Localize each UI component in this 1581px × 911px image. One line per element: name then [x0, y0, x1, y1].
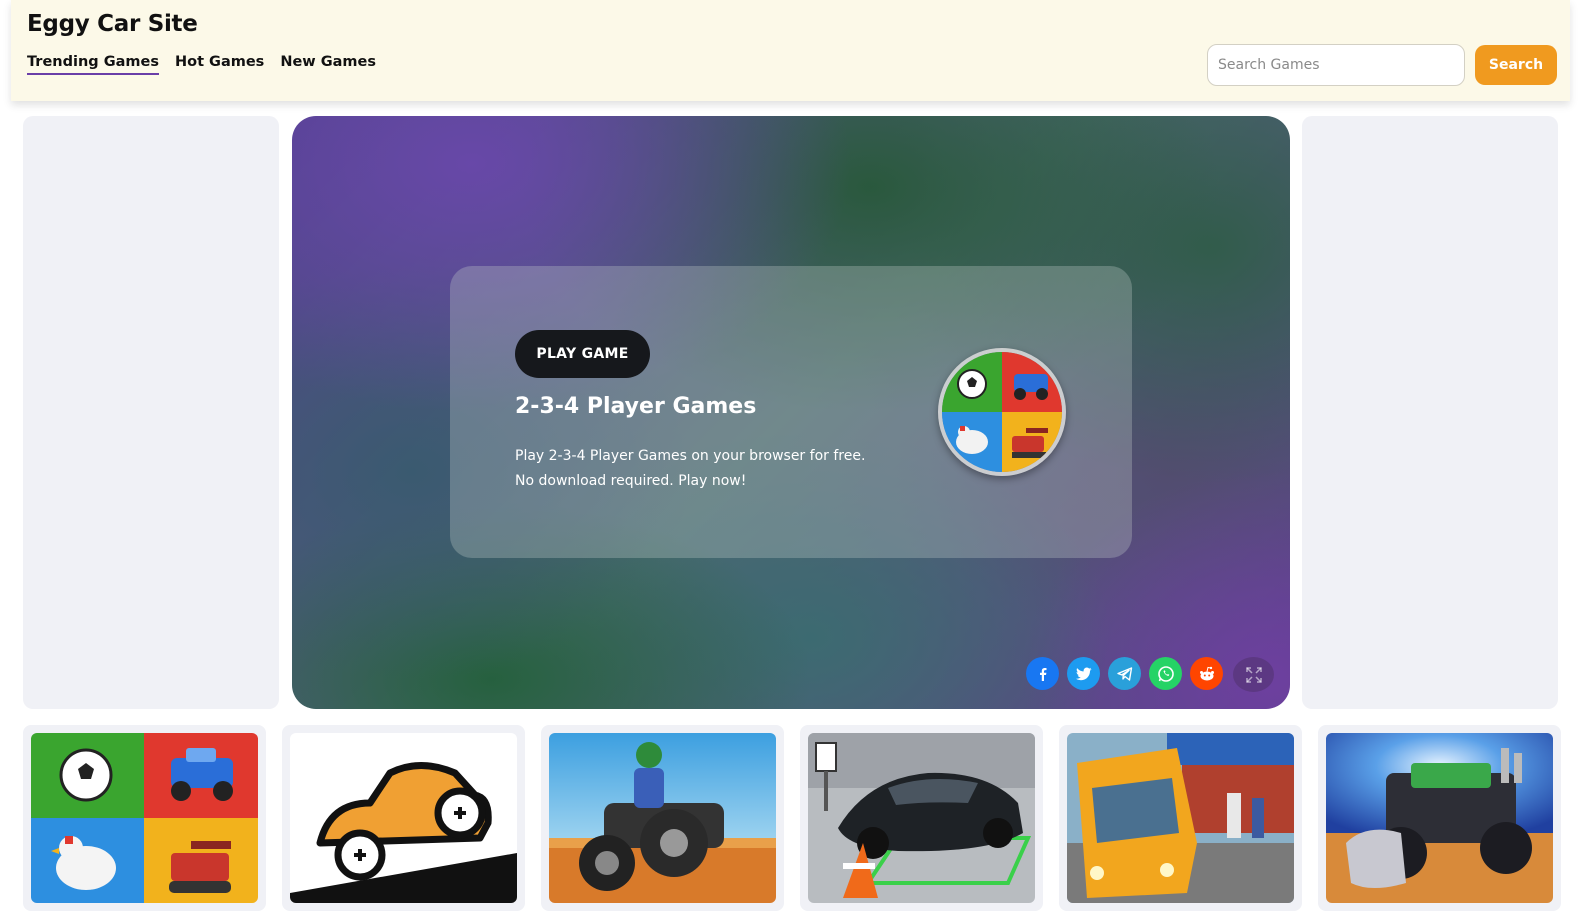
facebook-icon[interactable]	[1026, 657, 1059, 690]
game-card[interactable]	[23, 725, 266, 911]
share-bar	[1026, 657, 1274, 692]
2-3-4-player-games-icon[interactable]	[938, 348, 1066, 476]
fullscreen-icon[interactable]	[1233, 657, 1274, 692]
search-input[interactable]	[1207, 44, 1465, 86]
game-card[interactable]	[1059, 725, 1302, 911]
site-title[interactable]: Eggy Car Site	[27, 11, 198, 37]
game-card[interactable]	[282, 725, 525, 911]
telegram-icon[interactable]	[1108, 657, 1141, 690]
nav-new-games[interactable]: New Games	[280, 54, 376, 75]
game-card[interactable]	[1318, 725, 1561, 911]
game-title: 2-3-4 Player Games	[515, 394, 757, 419]
left-ad-panel	[23, 116, 279, 709]
atv-racing-thumbnail[interactable]	[549, 733, 776, 903]
nav-trending-games[interactable]: Trending Games	[27, 54, 159, 75]
game-card[interactable]	[800, 725, 1043, 911]
nav-hot-games[interactable]: Hot Games	[175, 54, 264, 75]
game-card[interactable]	[541, 725, 784, 911]
bus-stop-thumbnail[interactable]	[1067, 733, 1294, 903]
search-button[interactable]: Search	[1475, 45, 1557, 85]
game-hero: PLAY GAME 2-3-4 Player Games Play 2-3-4 …	[292, 116, 1290, 709]
game-description: Play 2-3-4 Player Games on your browser …	[515, 448, 866, 489]
play-game-button[interactable]: PLAY GAME	[515, 330, 650, 378]
main-nav: Trending Games Hot Games New Games	[27, 54, 376, 75]
eggy-car-thumbnail[interactable]	[290, 733, 517, 903]
twitter-icon[interactable]	[1067, 657, 1100, 690]
site-header: Eggy Car Site Trending Games Hot Games N…	[11, 0, 1570, 101]
whatsapp-icon[interactable]	[1149, 657, 1182, 690]
right-ad-panel	[1302, 116, 1558, 709]
reddit-icon[interactable]	[1190, 657, 1223, 690]
game-intro-card: PLAY GAME 2-3-4 Player Games Play 2-3-4 …	[450, 266, 1132, 558]
car-parking-thumbnail[interactable]	[808, 733, 1035, 903]
monster-truck-thumbnail[interactable]	[1326, 733, 1553, 903]
game-thumbnail-row	[23, 725, 1561, 911]
2-3-4-player-games-thumbnail[interactable]	[31, 733, 258, 903]
